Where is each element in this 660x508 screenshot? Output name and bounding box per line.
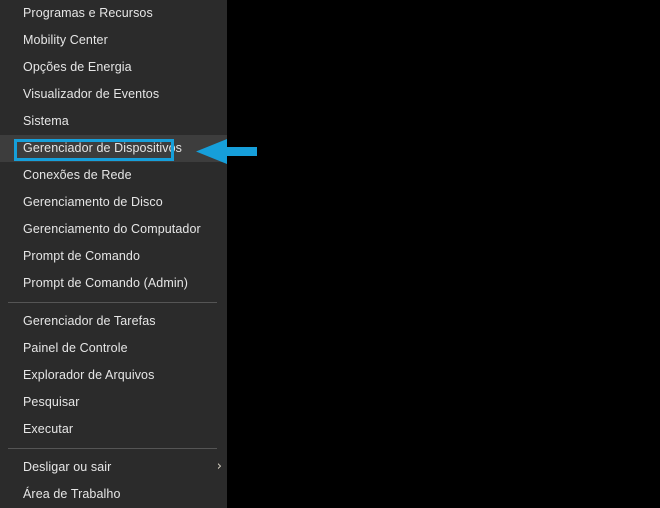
menu-item[interactable]: Programas e Recursos — [0, 0, 227, 27]
menu-item[interactable]: Mobility Center — [0, 27, 227, 54]
menu-item-label: Prompt de Comando (Admin) — [23, 276, 189, 290]
menu-item[interactable]: Gerenciador de Dispositivos — [0, 135, 227, 162]
menu-item-label: Desligar ou sair — [23, 460, 112, 474]
menu-item-label: Visualizador de Eventos — [23, 87, 160, 101]
menu-item-label: Pesquisar — [23, 395, 80, 409]
menu-item-label: Opções de Energia — [23, 60, 132, 74]
menu-item-label: Gerenciador de Dispositivos — [23, 141, 183, 155]
menu-item-label: Sistema — [23, 114, 69, 128]
menu-item[interactable]: Prompt de Comando (Admin) — [0, 270, 227, 297]
menu-item-label: Programas e Recursos — [23, 6, 153, 20]
menu-item[interactable]: Sistema — [0, 108, 227, 135]
menu-group: Desligar ou sair › Área de Trabalho — [0, 454, 227, 508]
menu-group: Gerenciador de Tarefas Painel de Controle… — [0, 308, 227, 443]
menu-item-label: Prompt de Comando — [23, 249, 141, 263]
menu-item-label: Explorador de Arquivos — [23, 368, 155, 382]
menu-item[interactable]: Gerenciamento do Computador — [0, 216, 227, 243]
screenshot-root: Programas e Recursos Mobility Center Opçõe… — [0, 0, 660, 508]
menu-item-label: Gerenciamento de Disco — [23, 195, 163, 209]
win-x-power-user-menu[interactable]: Programas e Recursos Mobility Center Opçõe… — [0, 0, 227, 508]
menu-separator — [8, 302, 217, 303]
menu-item-label: Mobility Center — [23, 33, 108, 47]
menu-item-label: Gerenciamento do Computador — [23, 222, 201, 236]
menu-item[interactable]: Pesquisar — [0, 389, 227, 416]
menu-item[interactable]: Desligar ou sair › — [0, 454, 227, 481]
menu-item[interactable]: Gerenciamento de Disco — [0, 189, 227, 216]
menu-item-label: Painel de Controle — [23, 341, 128, 355]
menu-group: Programas e Recursos Mobility Center Opçõe… — [0, 0, 227, 297]
menu-item[interactable]: Executar — [0, 416, 227, 443]
menu-item[interactable]: Conexões de Rede — [0, 162, 227, 189]
menu-separator — [8, 448, 217, 449]
menu-item-label: Executar — [23, 422, 74, 436]
menu-item[interactable]: Prompt de Comando — [0, 243, 227, 270]
chevron-right-icon: › — [216, 459, 222, 474]
menu-item-label: Área de Trabalho — [23, 487, 121, 501]
menu-item[interactable]: Área de Trabalho — [0, 481, 227, 508]
menu-item[interactable]: Visualizador de Eventos — [0, 81, 227, 108]
menu-item[interactable]: Opções de Energia — [0, 54, 227, 81]
menu-item[interactable]: Painel de Controle — [0, 335, 227, 362]
menu-item-label: Conexões de Rede — [23, 168, 132, 182]
menu-item-label: Gerenciador de Tarefas — [23, 314, 156, 328]
menu-item[interactable]: Gerenciador de Tarefas — [0, 308, 227, 335]
menu-item[interactable]: Explorador de Arquivos — [0, 362, 227, 389]
